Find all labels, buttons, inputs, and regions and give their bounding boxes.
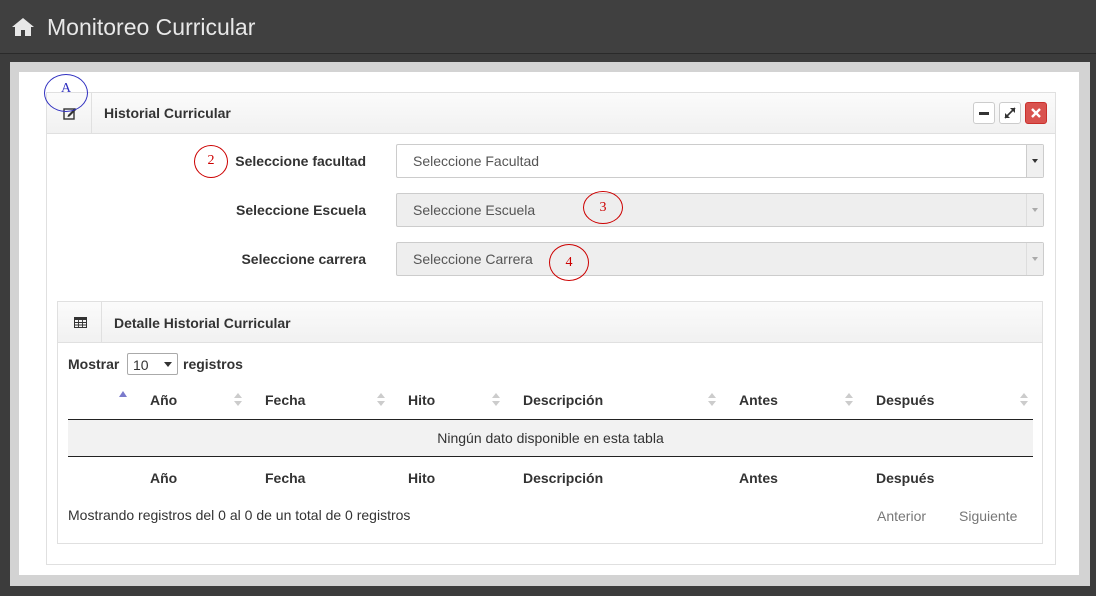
chevron-down-icon xyxy=(164,362,172,367)
carrera-select-value: Seleccione Carrera xyxy=(413,251,533,267)
escuela-select-value: Seleccione Escuela xyxy=(413,202,536,218)
length-select[interactable]: 10 xyxy=(127,353,178,375)
escuela-select[interactable]: Seleccione Escuela xyxy=(396,193,1044,227)
col-header-hito[interactable]: Hito xyxy=(408,392,435,408)
facultad-select[interactable]: Seleccione Facultad xyxy=(396,144,1044,178)
minimize-button[interactable] xyxy=(973,102,995,124)
sort-both-icon xyxy=(845,392,853,408)
col-header-descripcion[interactable]: Descripción xyxy=(523,392,603,408)
sort-asc-icon[interactable] xyxy=(119,391,127,397)
table-foot-border xyxy=(68,456,1033,457)
col-header-fecha[interactable]: Fecha xyxy=(265,392,305,408)
annotation-2: 2 xyxy=(194,145,228,178)
panel-header: Historial Curricular xyxy=(47,93,1055,134)
col-footer-ano: Año xyxy=(150,470,178,486)
annotation-3: 3 xyxy=(583,191,623,224)
table-row: Ningún dato disponible en esta tabla xyxy=(68,420,1033,456)
sort-both-icon xyxy=(492,392,500,408)
table-info: Mostrando registros del 0 al 0 de un tot… xyxy=(68,507,411,523)
chevron-down-icon[interactable] xyxy=(1026,243,1043,275)
annotation-a: A xyxy=(44,74,88,112)
sort-both-icon xyxy=(708,392,716,408)
expand-button[interactable] xyxy=(999,102,1021,124)
carrera-select[interactable]: Seleccione Carrera xyxy=(396,242,1044,276)
facultad-select-value: Seleccione Facultad xyxy=(413,153,540,169)
detalle-header: Detalle Historial Curricular xyxy=(58,302,1042,343)
minus-icon xyxy=(979,112,989,115)
sort-both-icon xyxy=(377,392,385,408)
expand-icon xyxy=(1004,107,1016,119)
annotation-4: 4 xyxy=(549,244,589,281)
carrera-label: Seleccione carrera xyxy=(241,251,366,267)
panel-title: Historial Curricular xyxy=(104,105,231,121)
col-footer-fecha: Fecha xyxy=(265,470,306,486)
col-footer-descripcion: Descripción xyxy=(523,470,604,486)
prev-page-button[interactable]: Anterior xyxy=(877,508,926,524)
col-header-despues[interactable]: Después xyxy=(876,392,934,408)
sort-both-icon xyxy=(234,392,242,408)
next-page-button[interactable]: Siguiente xyxy=(959,508,1017,524)
chevron-down-icon[interactable] xyxy=(1026,194,1043,226)
table-icon xyxy=(74,317,87,328)
col-footer-despues: Después xyxy=(876,470,935,486)
length-suffix: registros xyxy=(183,356,243,372)
col-footer-hito: Hito xyxy=(408,470,436,486)
app-title: Monitoreo Curricular xyxy=(47,14,256,40)
top-navbar: Monitoreo Curricular xyxy=(0,0,1096,54)
detalle-icon-box xyxy=(58,302,102,343)
col-footer-antes: Antes xyxy=(739,470,778,486)
escuela-label: Seleccione Escuela xyxy=(236,202,366,218)
detalle-title: Detalle Historial Curricular xyxy=(114,315,291,331)
close-icon xyxy=(1031,108,1041,118)
home-icon[interactable] xyxy=(11,17,35,37)
close-button[interactable] xyxy=(1025,102,1047,124)
empty-table-message: Ningún dato disponible en esta tabla xyxy=(437,430,664,446)
length-select-value: 10 xyxy=(133,357,149,373)
col-header-antes[interactable]: Antes xyxy=(739,392,778,408)
chevron-down-icon[interactable] xyxy=(1026,145,1043,177)
sort-both-icon xyxy=(1020,392,1028,408)
length-prefix: Mostrar xyxy=(68,356,120,372)
col-header-ano[interactable]: Año xyxy=(150,392,177,408)
